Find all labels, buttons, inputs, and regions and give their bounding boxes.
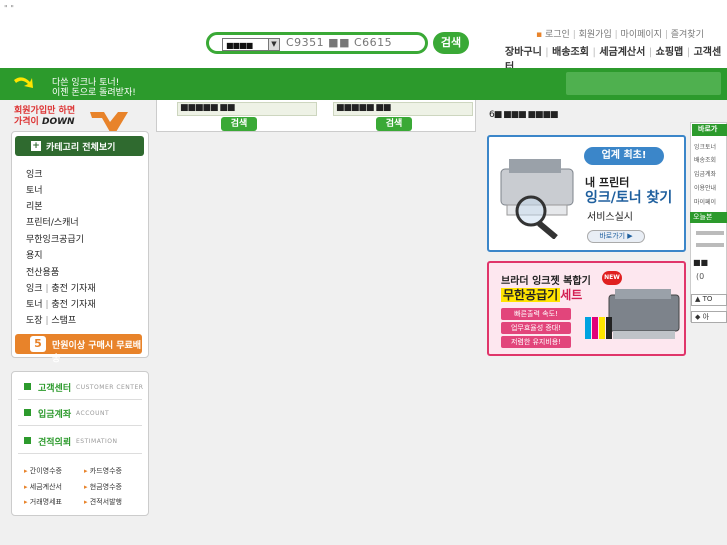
banner2-line1: 브라더 잉크젯 복합기 xyxy=(501,276,591,287)
sublink-cash-receipt[interactable]: 현금영수증 xyxy=(84,482,122,492)
category-item[interactable]: 용지 xyxy=(26,248,43,261)
category-item[interactable]: 잉크 xyxy=(26,167,43,180)
bookmark-link[interactable]: 즐겨찾기 xyxy=(671,30,704,40)
rail-scroll-bar[interactable] xyxy=(696,231,724,235)
sublink-simple-receipt[interactable]: 간이영수증 xyxy=(24,466,62,476)
right-section-title: 6■ ■■■ ■■■■ xyxy=(489,110,558,120)
banner1-badge: 업계 최초! xyxy=(584,147,664,165)
category-item[interactable]: 무한잉크공급기 xyxy=(26,232,84,245)
category-item[interactable]: 리본 xyxy=(26,199,43,212)
search-input[interactable]: C9351 ■■ C6615 xyxy=(286,36,392,49)
nav-shopping-map[interactable]: 쇼핑맵 xyxy=(656,47,684,58)
banner2-chip: 업무효율성 증대! xyxy=(501,322,571,334)
square-icon xyxy=(24,409,31,416)
banner2-chip: 저렴한 유지비용! xyxy=(501,336,571,348)
scroll-top-button[interactable]: ▲ TO xyxy=(691,294,727,306)
promo-line-2a: 가격이 xyxy=(14,117,39,127)
rail-bottom-button[interactable]: ◆ 아 xyxy=(691,311,727,323)
rail-scroll-bar[interactable] xyxy=(696,243,724,247)
rail-item[interactable]: 마이페이 xyxy=(694,197,716,206)
mypage-link[interactable]: 마이페이지 xyxy=(621,30,662,40)
banner2-chip: 빠른출력 속도! xyxy=(501,308,571,320)
category-item[interactable]: 토너 | 충전 기자재 xyxy=(26,297,96,310)
category-item[interactable]: 전산용품 xyxy=(26,265,59,278)
banner2-line2: 무한공급기 세트 xyxy=(501,288,583,302)
rail-item[interactable]: 입금계좌 xyxy=(694,169,716,178)
account-link[interactable]: 입금계좌 xyxy=(38,407,71,420)
new-badge: NEW xyxy=(602,271,622,285)
category-item[interactable]: 토너 xyxy=(26,183,43,196)
rail-header: 바로가 xyxy=(692,124,727,136)
estimation-en: ESTIMATION xyxy=(76,438,118,445)
login-link[interactable]: 로그인 xyxy=(545,30,570,40)
nav-cart[interactable]: 장바구니 xyxy=(505,47,542,58)
promo-line-1: 회원가입만 하면 xyxy=(14,106,76,116)
square-icon xyxy=(24,383,31,390)
banner1-line3: 서비스실시 xyxy=(587,212,633,223)
nav-tax-invoice[interactable]: 세금계산서 xyxy=(599,47,645,58)
curved-arrow-icon xyxy=(14,77,33,88)
plus-icon: + xyxy=(31,141,41,151)
divider xyxy=(18,399,142,400)
signup-promo[interactable]: 회원가입만 하면 가격이 DOWN xyxy=(14,106,75,128)
search-box[interactable]: ■■■■ ▼ C9351 ■■ C6615 xyxy=(206,32,428,54)
banner1-line2: 잉크/토너 찾기 xyxy=(585,190,673,206)
promo-down: DOWN xyxy=(41,117,75,127)
recent-items-header: 오늘본 xyxy=(690,212,727,223)
util-links: ▪ 로그인 | 회원가입 | 마이페이지 | 즐겨찾기 xyxy=(536,30,704,40)
square-icon xyxy=(24,437,31,444)
sublink-quote[interactable]: 견적서발행 xyxy=(84,497,122,507)
slogan-line-2: 이젠 돈으로 돌려받자! xyxy=(52,88,136,98)
corner-mark: " " xyxy=(4,4,14,13)
printer-finder-banner[interactable]: 업계 최초! 내 프린터 잉크/토너 찾기 서비스실시 바로가기 ▶ xyxy=(487,135,686,252)
sublink-tax-invoice[interactable]: 세금계산서 xyxy=(24,482,62,492)
printer-icon xyxy=(585,289,680,339)
band-right-panel xyxy=(566,72,721,95)
quick-search-button-1[interactable]: 검색 xyxy=(221,117,257,131)
category-all-button[interactable]: + 카테고리 전체보기 xyxy=(15,136,144,156)
category-item[interactable]: 도장 | 스탬프 xyxy=(26,313,76,326)
free-shipping-banner[interactable]: 5 만원이상 구매시 무료배송 xyxy=(15,334,142,364)
sublink-card-receipt[interactable]: 카드영수증 xyxy=(84,466,122,476)
estimation-link[interactable]: 견적의뢰 xyxy=(38,435,71,448)
rail-item[interactable]: 배송조회 xyxy=(694,155,716,164)
brother-ciss-banner[interactable]: 브라더 잉크젯 복합기 무한공급기 세트 NEW 빠른출력 속도! 업무효율성 증… xyxy=(487,261,686,356)
free-shipping-number: 5 xyxy=(30,336,46,352)
search-category-select[interactable]: ■■■■ ▼ xyxy=(222,38,280,51)
category-all-label: 카테고리 전체보기 xyxy=(46,143,116,153)
free-shipping-label: 만원이상 구매시 무료배송 xyxy=(52,341,142,364)
signup-link[interactable]: 회원가입 xyxy=(579,30,612,40)
bullet-icon: ▪ xyxy=(536,30,543,40)
printer-magnifier-icon xyxy=(500,159,574,239)
sublink-statement[interactable]: 거래명세표 xyxy=(24,497,62,507)
category-item[interactable]: 프린터/스캐너 xyxy=(26,215,79,228)
customer-center-en: CUSTOMER CENTER xyxy=(76,384,144,391)
customer-center-link[interactable]: 고객센터 xyxy=(38,381,71,394)
divider xyxy=(18,425,142,426)
search-button[interactable]: 검색 xyxy=(433,32,469,54)
category-item[interactable]: 잉크 | 충전 기자재 xyxy=(26,281,96,294)
chevron-down-icon[interactable]: ▼ xyxy=(268,39,279,50)
banner1-go-button[interactable]: 바로가기 ▶ xyxy=(587,230,645,243)
recent-count: (0 xyxy=(696,272,705,281)
quick-search-button-2[interactable]: 검색 xyxy=(376,117,412,131)
rail-item[interactable]: 잉크토너 xyxy=(694,142,716,151)
account-en: ACCOUNT xyxy=(76,410,110,417)
rail-item[interactable]: 이용안내 xyxy=(694,183,716,192)
quick-search-strip: ■■■■■ ■■ ■■■■■ ■■ xyxy=(156,100,476,132)
quick-search-input-1[interactable]: ■■■■■ ■■ xyxy=(177,102,317,116)
nav-delivery[interactable]: 배송조회 xyxy=(552,47,589,58)
divider xyxy=(18,453,142,454)
quick-search-input-2[interactable]: ■■■■■ ■■ xyxy=(333,102,473,116)
search-select-value: ■■■■ xyxy=(226,41,253,50)
rail-dots: ■■ xyxy=(693,258,709,267)
